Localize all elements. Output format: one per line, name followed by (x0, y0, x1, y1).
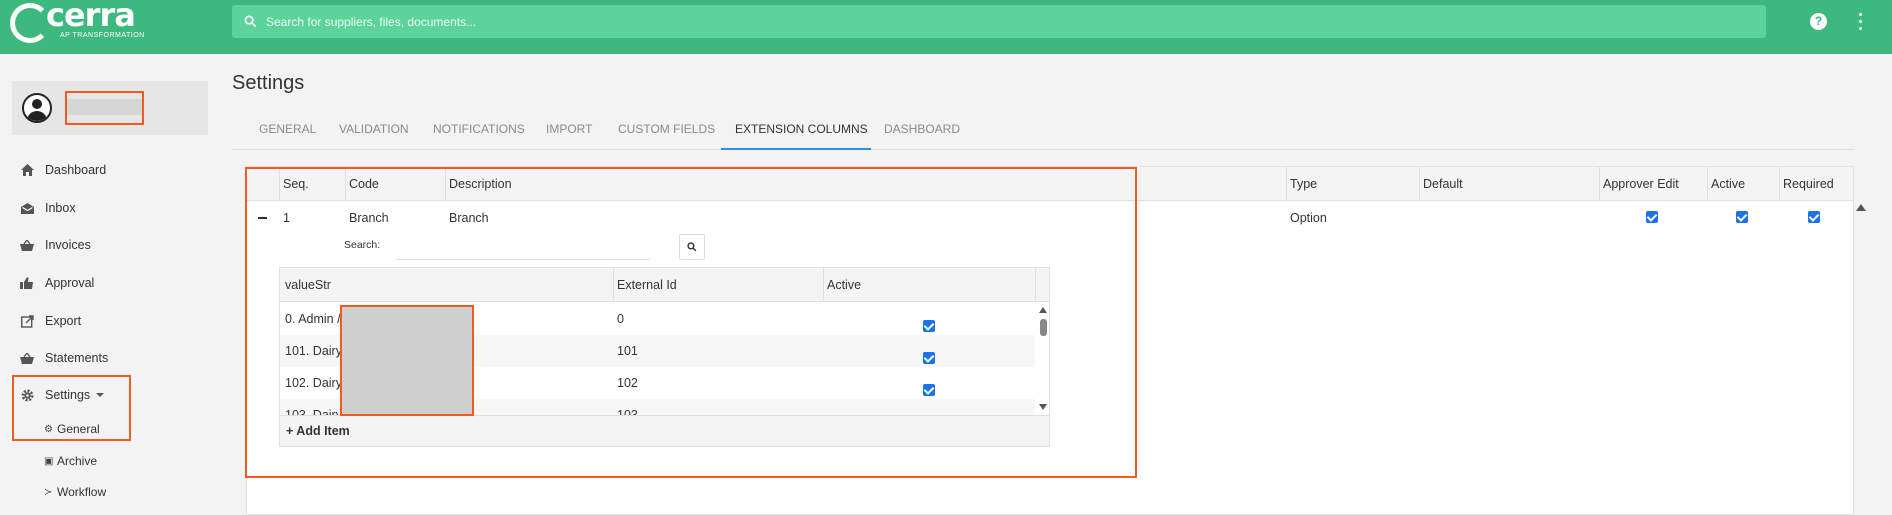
sidebar-item-label: Statements (45, 351, 109, 365)
highlight-box (340, 305, 474, 416)
tab-validation[interactable]: VALIDATION (339, 122, 409, 136)
inbox-icon (20, 201, 34, 215)
tab-general[interactable]: GENERAL (259, 122, 316, 136)
sidebar-item-approval[interactable]: Approval (20, 276, 94, 290)
search-input[interactable] (266, 14, 1666, 29)
sidebar-item-inbox[interactable]: Inbox (20, 201, 76, 215)
tab-import[interactable]: IMPORT (546, 122, 592, 136)
cell-type: Option (1290, 211, 1327, 225)
export-icon (20, 314, 34, 328)
sidebar-item-invoices[interactable]: Invoices (20, 238, 91, 252)
workflow-icon: ≻ (44, 486, 53, 498)
sidebar-item-statements[interactable]: Statements (20, 351, 108, 365)
required-checkbox[interactable] (1808, 211, 1820, 223)
tab-custom-fields[interactable]: CUSTOM FIELDS (618, 122, 715, 136)
avatar (22, 93, 52, 123)
sidebar-item-label: Dashboard (45, 163, 107, 177)
tab-extension-columns[interactable]: EXTENSION COLUMNS (735, 122, 868, 136)
sidebar-subitem-workflow[interactable]: ≻ Workflow (44, 485, 106, 499)
sidebar-item-dashboard[interactable]: Dashboard (20, 163, 106, 177)
brand-tagline: AP TRANSFORMATION (60, 32, 145, 39)
sidebar-item-label: Invoices (45, 238, 91, 252)
sidebar-item-label: Inbox (45, 201, 76, 215)
sidebar-item-label: Export (45, 314, 82, 328)
basket-icon (20, 351, 34, 365)
help-icon[interactable]: ? (1810, 13, 1827, 30)
column-header-approver-edit[interactable]: Approver Edit (1599, 167, 1707, 201)
sidebar-subitem-archive[interactable]: ▣ Archive (44, 454, 97, 468)
tab-dashboard[interactable]: DASHBOARD (884, 122, 960, 136)
archive-icon: ▣ (44, 455, 54, 467)
kebab-menu-icon[interactable] (1857, 13, 1863, 30)
sidebar-subitem-label: Archive (57, 454, 98, 468)
page-title: Settings (232, 72, 305, 94)
cell-default (1420, 202, 1423, 234)
approver-edit-checkbox[interactable] (1646, 211, 1658, 223)
global-search[interactable] (232, 5, 1766, 38)
highlight-box (65, 91, 144, 125)
sidebar-item-export[interactable]: Export (20, 314, 81, 328)
search-icon (244, 15, 257, 28)
column-header-active[interactable]: Active (1707, 167, 1779, 201)
active-checkbox[interactable] (1736, 211, 1748, 223)
column-header-type[interactable]: Type (1286, 167, 1419, 201)
highlight-box (12, 375, 131, 441)
sidebar-item-label: Approval (45, 276, 95, 290)
brand-logo[interactable]: cerra AP TRANSFORMATION (10, 0, 145, 44)
scroll-up-icon[interactable] (1856, 204, 1866, 211)
tab-notifications[interactable]: NOTIFICATIONS (433, 122, 525, 136)
column-header-default[interactable]: Default (1419, 167, 1599, 201)
basket-icon (20, 238, 34, 252)
active-tab-indicator (721, 148, 871, 150)
home-icon (20, 163, 34, 177)
sidebar-subitem-label: Workflow (57, 485, 107, 499)
settings-tabs: GENERAL VALIDATION NOTIFICATIONS IMPORT … (232, 110, 1854, 150)
logo-mark (10, 3, 50, 43)
brand-name: cerra (46, 0, 136, 34)
top-bar: cerra AP TRANSFORMATION ? (0, 0, 1892, 54)
thumbs-icon (20, 276, 34, 290)
column-header-required[interactable]: Required (1779, 167, 1849, 201)
